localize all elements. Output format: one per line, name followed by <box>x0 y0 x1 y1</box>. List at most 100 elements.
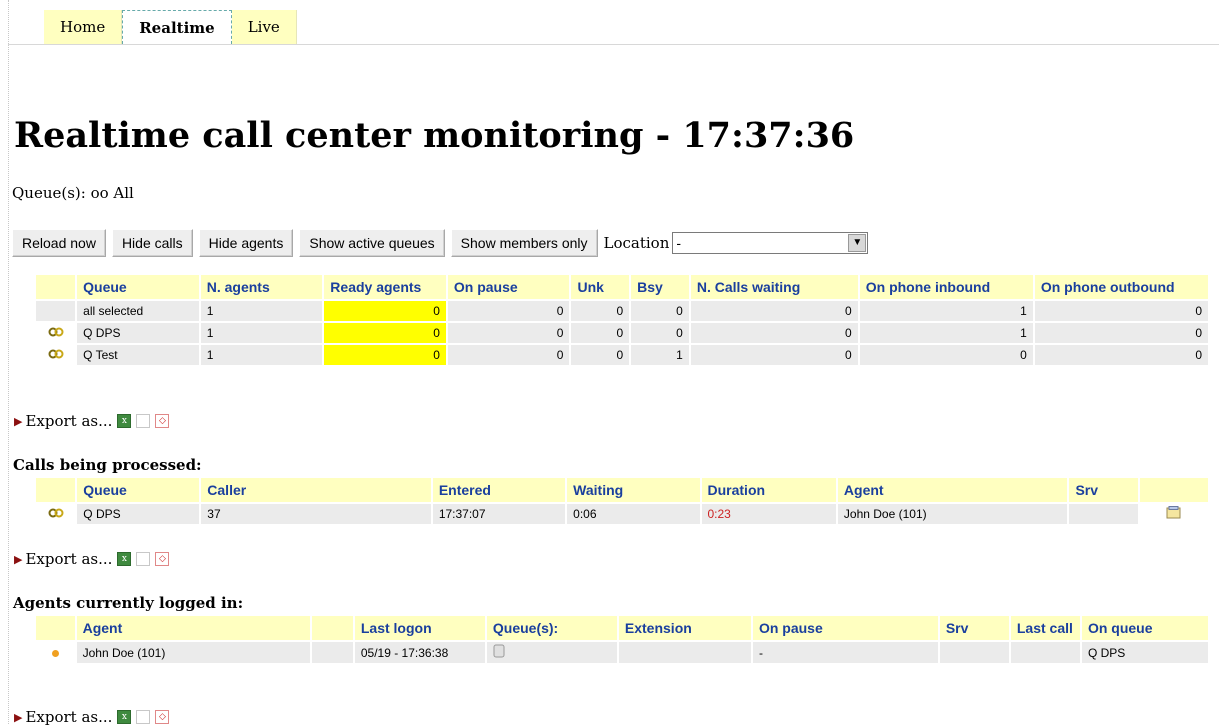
header-bsy[interactable]: Bsy <box>631 275 689 299</box>
header-on-pause[interactable]: On pause <box>447 275 570 299</box>
table-row: Q DPS 1 0 0 0 0 0 1 0 <box>36 323 1208 343</box>
export-bar: ▶ Export as... x ◇ <box>14 708 170 726</box>
cell-ready-agents: 0 <box>324 301 446 321</box>
cell-queue: all selected <box>77 301 199 321</box>
header-queue[interactable]: Queue <box>77 275 199 299</box>
tab-live[interactable]: Live <box>231 10 297 44</box>
show-members-only-button[interactable]: Show members only <box>450 229 598 257</box>
header-entered[interactable]: Entered <box>432 478 566 502</box>
triangle-right-icon: ▶ <box>14 552 23 566</box>
cell-queue: Q Test <box>77 345 199 365</box>
cell-on-pause: 0 <box>447 345 570 365</box>
location-label: Location <box>603 234 670 252</box>
export-label[interactable]: Export as... <box>25 550 112 568</box>
cell-bsy: 0 <box>631 323 689 343</box>
page-left-border <box>8 0 10 724</box>
cell-unk: 0 <box>571 323 630 343</box>
cell-bsy: 0 <box>631 301 689 321</box>
export-label[interactable]: Export as... <box>25 708 112 726</box>
header-on-phone-inbound[interactable]: On phone inbound <box>859 275 1033 299</box>
export-bar: ▶ Export as... x ◇ <box>14 550 170 568</box>
cell-ready-agents: 0 <box>324 323 446 343</box>
cell-outbound: 0 <box>1034 301 1208 321</box>
hide-agents-button[interactable]: Hide agents <box>198 229 294 257</box>
cell-last-logon: 05/19 - 17:36:38 <box>354 642 485 663</box>
link-icon[interactable] <box>36 504 76 524</box>
export-label[interactable]: Export as... <box>25 412 112 430</box>
table-row: Q Test 1 0 0 0 1 0 0 0 <box>36 345 1208 365</box>
link-icon[interactable] <box>36 345 76 365</box>
document-export-icon[interactable] <box>136 552 151 566</box>
reload-now-button[interactable]: Reload now <box>12 229 106 257</box>
header-caller[interactable]: Caller <box>201 478 431 502</box>
call-details-icon[interactable] <box>1139 504 1208 524</box>
show-active-queues-button[interactable]: Show active queues <box>299 229 445 257</box>
link-icon[interactable] <box>36 323 76 343</box>
cell-duration: 0:23 <box>701 504 836 524</box>
calls-table: Queue Caller Entered Waiting Duration Ag… <box>34 476 1210 526</box>
xml-export-icon[interactable]: ◇ <box>155 552 170 566</box>
table-row: Q DPS 37 17:37:07 0:06 0:23 John Doe (10… <box>36 504 1208 524</box>
hide-calls-button[interactable]: Hide calls <box>111 229 193 257</box>
tab-realtime[interactable]: Realtime <box>122 10 232 44</box>
excel-export-icon[interactable]: x <box>117 414 132 428</box>
table-row: all selected 1 0 0 0 0 0 1 0 <box>36 301 1208 321</box>
cell-calls-waiting: 0 <box>690 301 858 321</box>
cell-unk: 0 <box>571 345 630 365</box>
document-export-icon[interactable] <box>136 414 151 428</box>
cell-n-agents: 1 <box>200 301 323 321</box>
header-on-phone-outbound[interactable]: On phone outbound <box>1034 275 1208 299</box>
header-on-queue[interactable]: On queue <box>1081 616 1208 640</box>
triangle-right-icon: ▶ <box>14 710 23 724</box>
cell-extension <box>618 642 751 663</box>
queues-filter: Queue(s): oo All <box>12 184 134 202</box>
nav-tabs: Home Realtime Live <box>44 10 297 44</box>
triangle-right-icon: ▶ <box>14 414 23 428</box>
header-blank <box>36 275 76 299</box>
header-blank <box>36 478 76 502</box>
header-queue[interactable]: Queue <box>77 478 200 502</box>
header-queues[interactable]: Queue(s): <box>486 616 617 640</box>
tab-home[interactable]: Home <box>44 10 123 44</box>
xml-export-icon[interactable]: ◇ <box>155 414 170 428</box>
header-calls-waiting[interactable]: N. Calls waiting <box>690 275 858 299</box>
queue-summary-table: Queue N. agents Ready agents On pause Un… <box>34 273 1210 367</box>
header-extension[interactable]: Extension <box>618 616 751 640</box>
header-agent[interactable]: Agent <box>76 616 311 640</box>
header-srv[interactable]: Srv <box>939 616 1009 640</box>
cell-inbound: 1 <box>859 323 1033 343</box>
cell-bsy: 1 <box>631 345 689 365</box>
header-last-call[interactable]: Last call <box>1010 616 1080 640</box>
header-duration[interactable]: Duration <box>701 478 836 502</box>
header-blank <box>36 616 75 640</box>
header-waiting[interactable]: Waiting <box>567 478 700 502</box>
cell-queues <box>486 642 617 663</box>
cell-inbound: 1 <box>859 301 1033 321</box>
header-n-agents[interactable]: N. agents <box>200 275 323 299</box>
queues-list-icon[interactable] <box>493 644 505 661</box>
page-title: Realtime call center monitoring - 17:37:… <box>14 115 855 156</box>
cell-blank <box>312 642 353 663</box>
cell-calls-waiting: 0 <box>690 323 858 343</box>
dropdown-arrow-icon[interactable]: ▼ <box>848 234 867 252</box>
cell-inbound: 0 <box>859 345 1033 365</box>
cell-agent: John Doe (101) <box>837 504 1068 524</box>
header-agent[interactable]: Agent <box>837 478 1068 502</box>
header-srv[interactable]: Srv <box>1069 478 1138 502</box>
header-unk[interactable]: Unk <box>571 275 630 299</box>
header-ready-agents[interactable]: Ready agents <box>324 275 446 299</box>
cell-calls-waiting: 0 <box>690 345 858 365</box>
tab-bar-rule <box>8 44 1219 45</box>
queue-table-header: Queue N. agents Ready agents On pause Un… <box>36 275 1208 299</box>
header-last-logon[interactable]: Last logon <box>354 616 485 640</box>
header-on-pause[interactable]: On pause <box>752 616 938 640</box>
document-export-icon[interactable] <box>136 710 151 724</box>
export-bar: ▶ Export as... x ◇ <box>14 412 170 430</box>
agents-table-header: Agent Last logon Queue(s): Extension On … <box>36 616 1208 640</box>
excel-export-icon[interactable]: x <box>117 710 132 724</box>
calls-table-header: Queue Caller Entered Waiting Duration Ag… <box>36 478 1208 502</box>
excel-export-icon[interactable]: x <box>117 552 132 566</box>
agents-table: Agent Last logon Queue(s): Extension On … <box>34 614 1210 665</box>
xml-export-icon[interactable]: ◇ <box>155 710 170 724</box>
location-select[interactable]: - ▼ <box>672 232 869 254</box>
